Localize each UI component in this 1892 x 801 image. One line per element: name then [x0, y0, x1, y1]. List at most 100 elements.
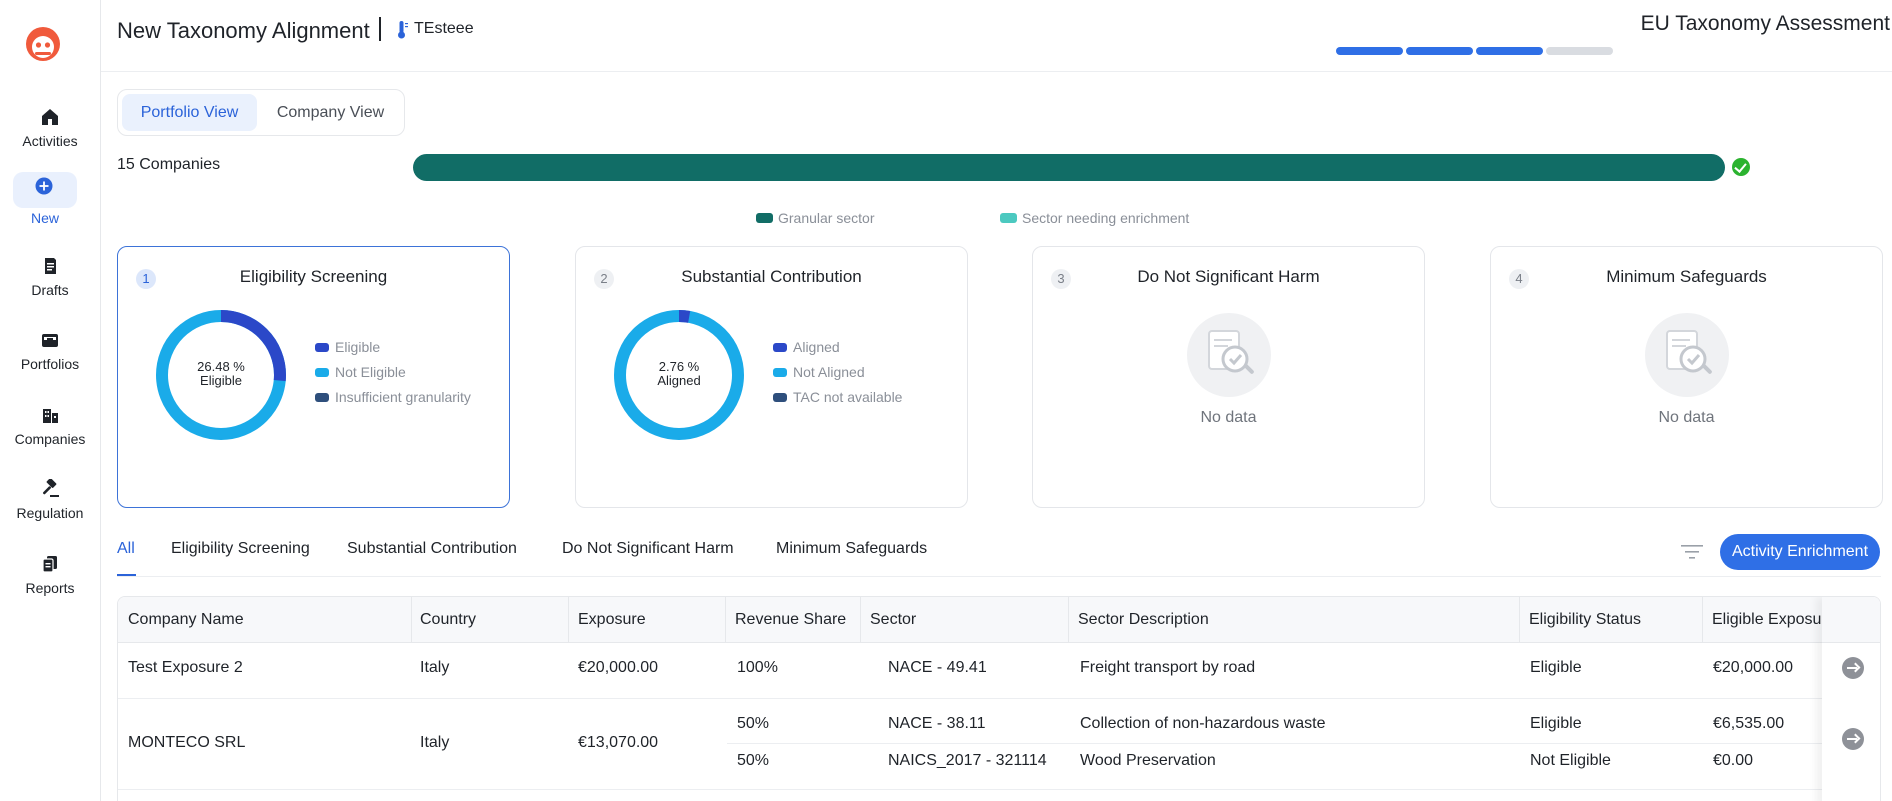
legend-item-aligned[interactable]: Aligned [773, 339, 840, 355]
cell-sector-description: Wood Preservation [1080, 752, 1216, 769]
legend-item-insufficient-granularity[interactable]: Insufficient granularity [315, 389, 471, 405]
column-header-exposure[interactable]: Exposure [578, 611, 646, 629]
cell-revenue-share: 50% [737, 752, 770, 769]
progress-step-complete [1476, 47, 1543, 55]
tabs-divider [117, 576, 1881, 577]
column-divider[interactable] [1068, 597, 1069, 643]
sidebar-item-activities[interactable]: Activities [0, 101, 100, 161]
donut-center-caption: Aligned [657, 373, 701, 388]
cell-eligible-exposure: €6,535.00 [1713, 715, 1785, 732]
filter-icon[interactable] [1681, 543, 1703, 561]
cell-eligibility-status: Not Eligible [1530, 752, 1611, 769]
column-divider[interactable] [1519, 597, 1520, 643]
alignment-name[interactable]: TEsteee [414, 20, 474, 38]
open-row-arrow-icon[interactable] [1842, 728, 1864, 750]
sidebar-item-label: Activities [22, 133, 78, 149]
activity-enrichment-button[interactable]: Activity Enrichment [1720, 534, 1880, 570]
column-header-sector[interactable]: Sector [870, 611, 916, 629]
column-divider[interactable] [411, 597, 412, 643]
no-data-search-icon [1645, 313, 1729, 397]
cell-sector-description: Freight transport by road [1080, 659, 1256, 676]
legend-swatch [315, 368, 329, 377]
column-divider[interactable] [725, 597, 726, 643]
home-icon [42, 109, 58, 125]
no-data-search-icon [1187, 313, 1271, 397]
cell-sector: NACE - 49.41 [888, 659, 987, 676]
legend-swatch [756, 213, 773, 223]
tab-all[interactable]: All [117, 540, 135, 558]
legend-swatch [773, 393, 787, 402]
sidebar-item-regulation[interactable]: Regulation [0, 473, 100, 533]
substantial-contribution-card[interactable]: 2 Substantial Contribution 2.76 % Aligne… [575, 246, 968, 508]
cell-eligible-exposure: €20,000.00 [1713, 659, 1794, 676]
legend-label: Granular sector [778, 210, 875, 226]
company-view-option[interactable]: Company View [263, 94, 398, 131]
legend-item-tac-not-available[interactable]: TAC not available [773, 389, 902, 405]
table-header: Company Name Country Exposure Revenue Sh… [118, 597, 1880, 643]
legend-swatch [315, 393, 329, 402]
page-title: New Taxonomy Alignment [117, 18, 370, 43]
legend-label: Aligned [793, 339, 840, 355]
cell-country: Italy [420, 659, 450, 676]
minimum-safeguards-card[interactable]: 4 Minimum Safeguards No data [1490, 246, 1883, 508]
card-title: Eligibility Screening [239, 267, 388, 286]
donut-center-value: 26.48 % [197, 359, 245, 374]
legend-item-not-eligible[interactable]: Not Eligible [315, 364, 406, 380]
legend-granular-sector: Granular sector [756, 210, 874, 226]
column-header-eligible-exposure[interactable]: Eligible Exposu [1712, 611, 1821, 629]
cell-sector: NACE - 38.11 [888, 715, 986, 732]
cell-company-name: Test Exposure 2 [128, 659, 243, 676]
app-logo-icon[interactable] [24, 24, 62, 62]
tab-minimum-safeguards[interactable]: Minimum Safeguards [776, 540, 927, 558]
do-not-significant-harm-card[interactable]: 3 Do Not Significant Harm No data [1032, 246, 1425, 508]
companies-count: 15 Companies [117, 156, 221, 173]
column-header-country[interactable]: Country [420, 611, 476, 629]
legend-item-not-aligned[interactable]: Not Aligned [773, 364, 865, 380]
tab-substantial-contribution[interactable]: Substantial Contribution [347, 540, 517, 558]
cell-company-name: MONTECO SRL [128, 734, 246, 751]
sidebar-item-label: Reports [25, 580, 75, 596]
sidebar-item-reports[interactable]: Reports [0, 548, 100, 608]
legend-label: TAC not available [793, 389, 903, 405]
sector-granularity-bar [413, 154, 1725, 181]
sidebar-item-new[interactable]: New [0, 172, 100, 236]
cell-eligible-exposure: €0.00 [1713, 752, 1754, 769]
column-divider[interactable] [1702, 597, 1703, 643]
column-header-company-name[interactable]: Company Name [128, 611, 244, 629]
progress-step-complete [1406, 47, 1473, 55]
tab-do-not-significant-harm[interactable]: Do Not Significant Harm [562, 540, 734, 558]
title-divider [379, 17, 381, 41]
legend-swatch [773, 343, 787, 352]
column-divider[interactable] [860, 597, 861, 643]
donut-center-label: 26.48 % Eligible [154, 360, 288, 388]
column-divider[interactable] [568, 597, 569, 643]
eligibility-screening-card[interactable]: 1 Eligibility Screening 26.48 % Eligible… [117, 246, 510, 508]
legend-sector-needing-enrichment: Sector needing enrichment [1000, 210, 1189, 226]
legend-label: Insufficient granularity [335, 389, 471, 405]
inbox-icon [42, 334, 58, 347]
card-title: Do Not Significant Harm [1137, 267, 1320, 286]
legend-item-eligible[interactable]: Eligible [315, 339, 380, 355]
cell-revenue-share: 100% [737, 659, 778, 676]
sidebar-item-drafts[interactable]: Drafts [0, 250, 100, 310]
cell-sector-description: Collection of non-hazardous waste [1080, 715, 1326, 732]
cell-revenue-share: 50% [737, 715, 770, 732]
donut-center-value: 2.76 % [658, 359, 700, 374]
donut-center-label: 2.76 % Aligned [612, 360, 746, 388]
thermometer-icon [398, 21, 408, 39]
no-data-text: No data [1200, 409, 1257, 426]
open-row-arrow-icon[interactable] [1842, 657, 1864, 679]
column-header-sector-description[interactable]: Sector Description [1078, 611, 1209, 629]
column-header-revenue-share[interactable]: Revenue Share [735, 611, 846, 629]
tab-eligibility-screening[interactable]: Eligibility Screening [171, 540, 310, 558]
column-header-eligibility-status[interactable]: Eligibility Status [1529, 611, 1641, 629]
sidebar-item-label: Regulation [16, 505, 84, 521]
portfolio-view-option[interactable]: Portfolio View [122, 94, 257, 131]
legend-swatch [1000, 213, 1017, 223]
cell-exposure: €13,070.00 [578, 734, 659, 751]
cell-sector: NAICS_2017 - 321114 [888, 752, 1047, 769]
plus-circle-icon [35, 177, 53, 195]
sidebar-item-portfolios[interactable]: Portfolios [0, 324, 100, 384]
sidebar-item-companies[interactable]: Companies [0, 399, 100, 459]
companies-table: Company Name Country Exposure Revenue Sh… [117, 596, 1881, 801]
